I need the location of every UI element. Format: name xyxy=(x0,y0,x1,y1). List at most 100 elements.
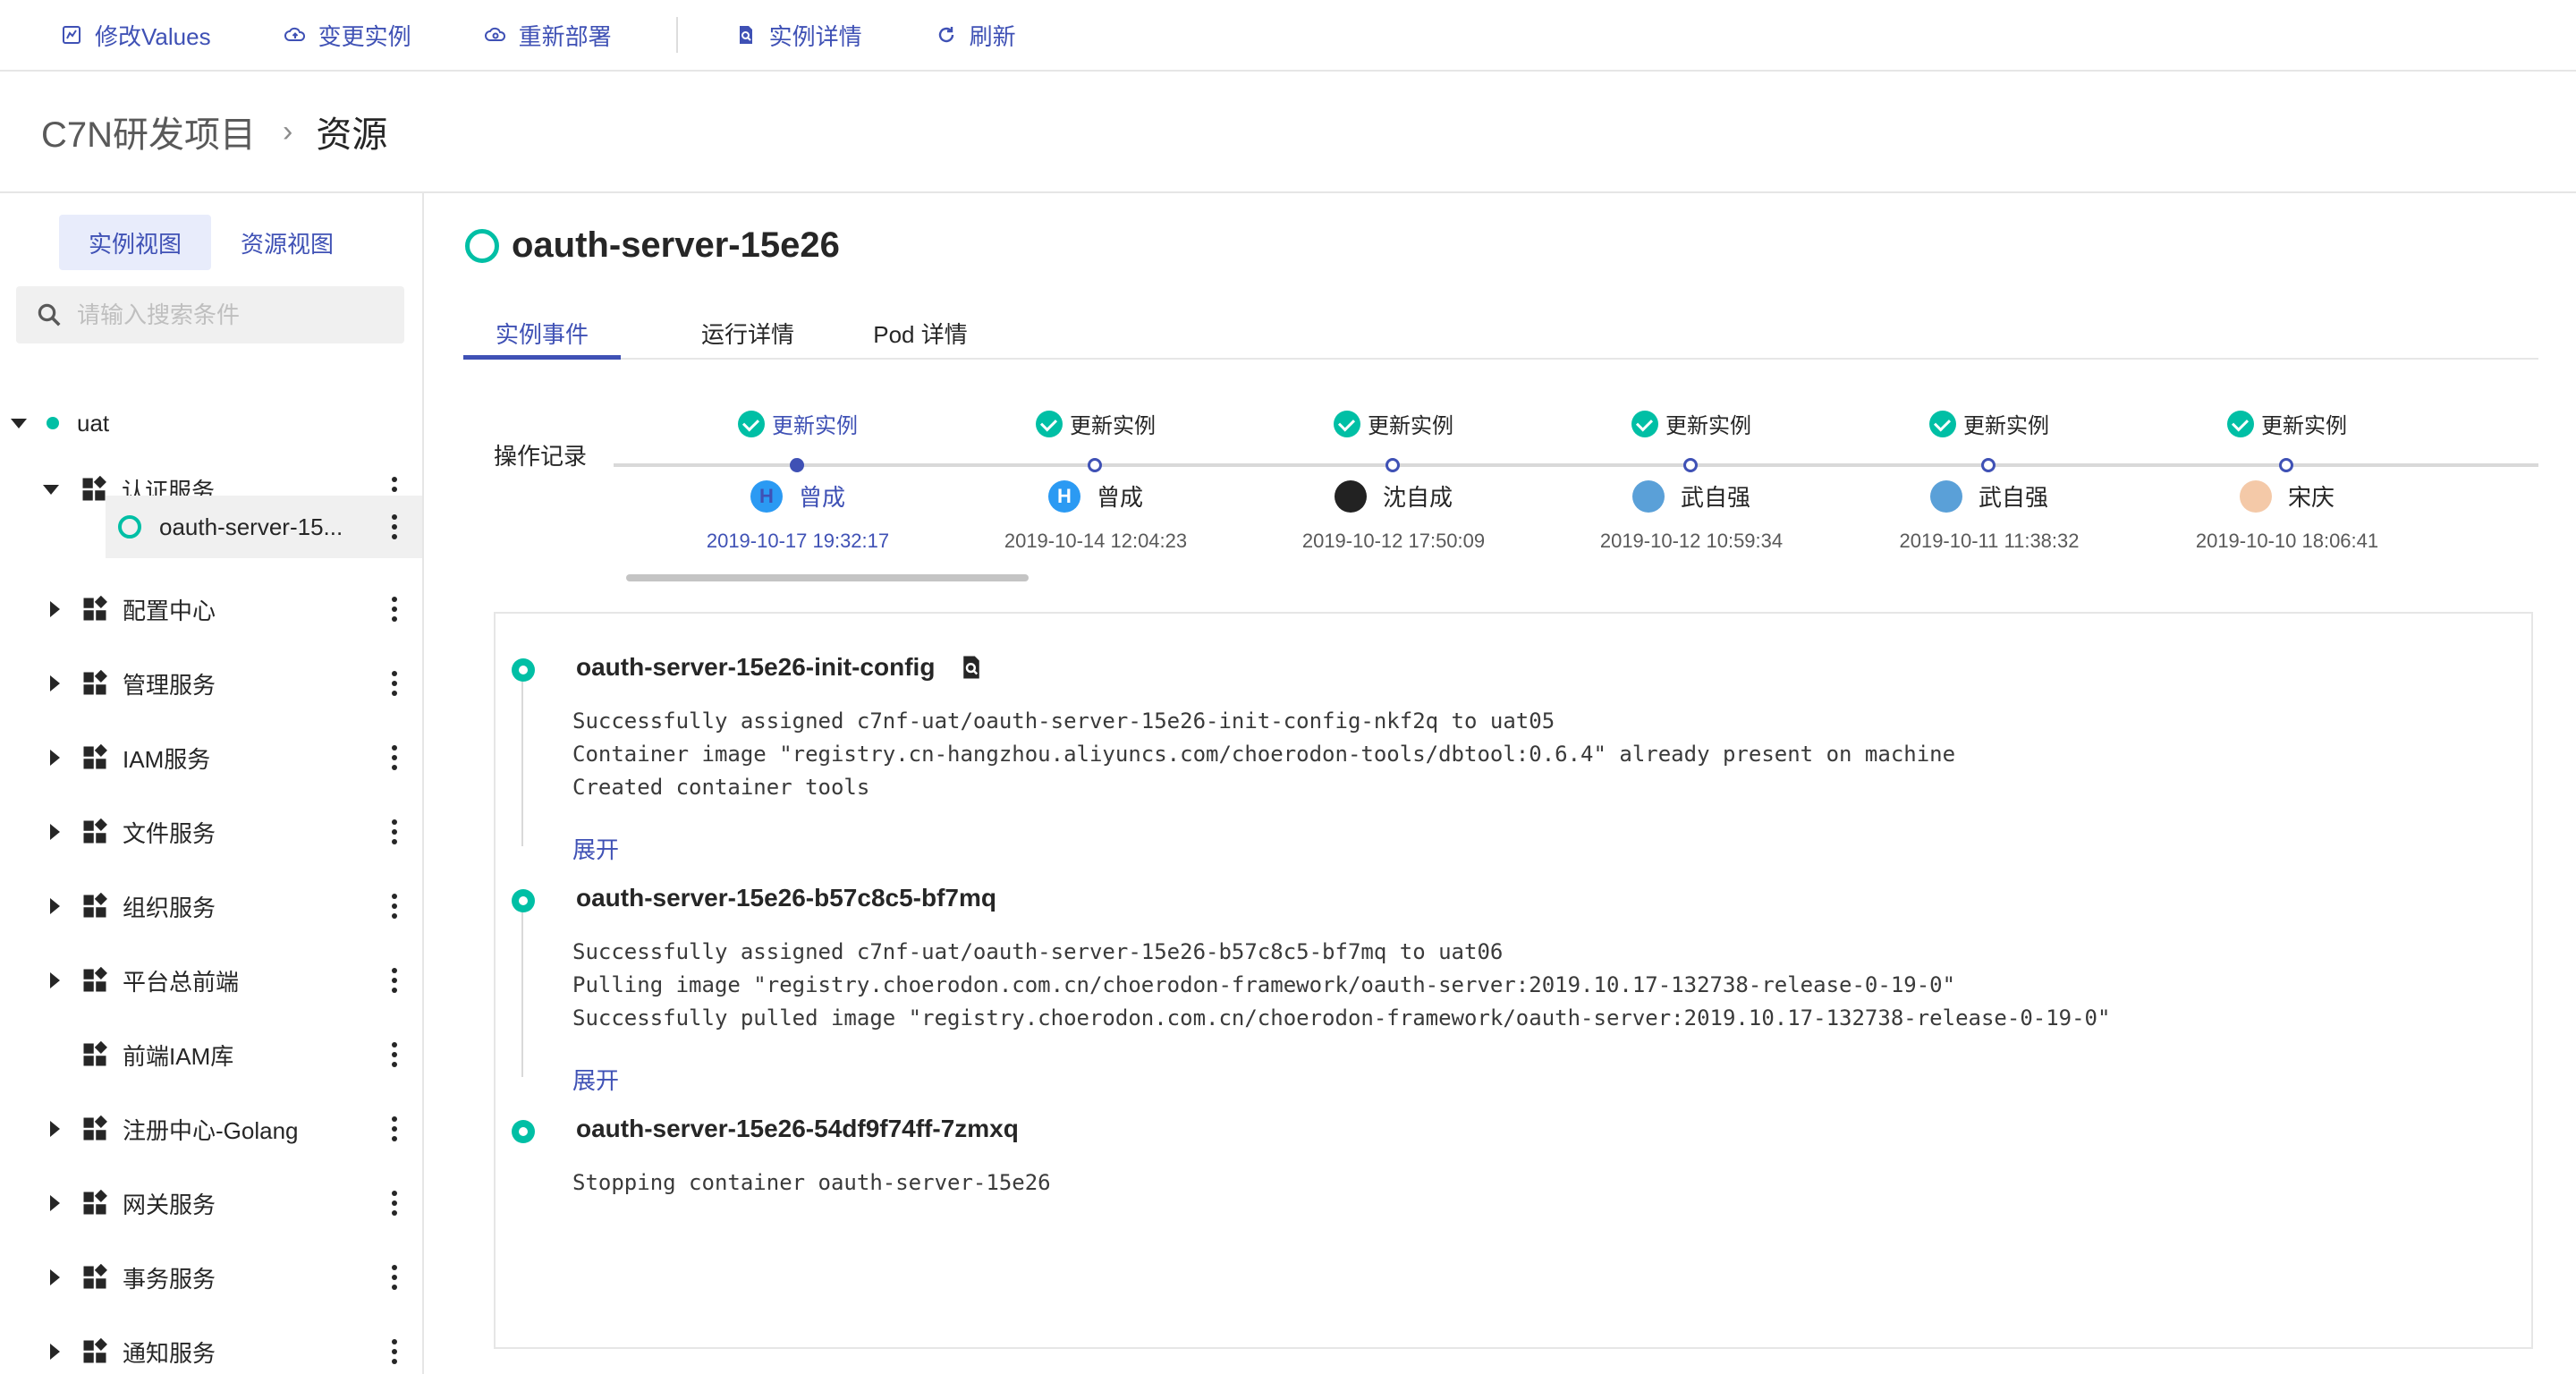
tree-service[interactable]: 组织服务 xyxy=(0,877,422,936)
event-status-dot xyxy=(512,1120,535,1143)
timeline-item[interactable]: 更新实例 武自强 2019-10-11 11:38:32 xyxy=(1855,399,2123,569)
tree-service[interactable]: 通知服务 xyxy=(0,1322,422,1374)
tree-service[interactable]: 配置中心 xyxy=(0,580,422,639)
refresh-icon xyxy=(938,27,953,43)
more-options-icon[interactable] xyxy=(392,1116,397,1141)
timeline-item[interactable]: 更新实例 沈自成 2019-10-12 17:50:09 xyxy=(1259,399,1528,569)
timeline-user: 沈自成 xyxy=(1259,479,1528,513)
event-log-line: Created container tools xyxy=(572,775,870,800)
caret-right-icon[interactable] xyxy=(50,1269,60,1285)
caret-right-icon[interactable] xyxy=(50,1195,60,1211)
service-app-icon xyxy=(83,1264,107,1289)
tab-instance-events[interactable]: 实例事件 xyxy=(463,310,621,360)
env-label: uat xyxy=(77,409,110,437)
timeline-node[interactable] xyxy=(790,458,804,472)
timeline-user: 武自强 xyxy=(1557,479,1826,513)
service-label: 事务服务 xyxy=(123,1265,216,1293)
timeline-node[interactable] xyxy=(2279,458,2293,472)
success-check-icon xyxy=(1036,410,1063,437)
timeline-time: 2019-10-11 11:38:32 xyxy=(1899,530,2080,552)
more-options-icon[interactable] xyxy=(392,514,397,539)
more-options-icon[interactable] xyxy=(392,1042,397,1067)
timeline-node[interactable] xyxy=(1385,458,1400,472)
tree-service[interactable]: 事务服务 xyxy=(0,1248,422,1307)
service-app-icon xyxy=(83,1041,107,1066)
avatar-initial: H xyxy=(1057,484,1072,507)
refresh-button[interactable]: 刷新 xyxy=(936,0,1016,71)
search-icon xyxy=(38,303,61,327)
event-log-line: Successfully assigned c7nf-uat/oauth-ser… xyxy=(572,939,1504,964)
service-app-icon xyxy=(83,967,107,992)
change-instance-label: 变更实例 xyxy=(318,22,411,50)
search-input[interactable] xyxy=(77,301,399,329)
timeline-user-name: 沈自成 xyxy=(1382,484,1453,511)
timeline-item[interactable]: 更新实例 宋庆 2019-10-10 18:06:41 xyxy=(2153,399,2421,569)
caret-right-icon[interactable] xyxy=(50,898,60,914)
more-options-icon[interactable] xyxy=(392,1191,397,1216)
caret-right-icon[interactable] xyxy=(50,824,60,840)
expand-link[interactable]: 展开 xyxy=(572,832,619,865)
timeline-item[interactable]: 更新实例 武自强 2019-10-12 10:59:34 xyxy=(1557,399,1826,569)
instance-view-tab[interactable]: 实例视图 xyxy=(59,215,211,270)
sidebar: 实例视图 资源视图 uat 认证服务 oauth-server-15... 配置… xyxy=(0,193,424,1374)
timeline-node[interactable] xyxy=(1683,458,1698,472)
refresh-label: 刷新 xyxy=(969,22,1016,50)
tree-service[interactable]: 文件服务 xyxy=(0,802,422,861)
timeline-item[interactable]: 更新实例 H 曾成 2019-10-17 19:32:17 xyxy=(664,399,932,569)
sidebar-resize-handle[interactable] xyxy=(422,964,424,991)
caret-down-icon[interactable] xyxy=(43,484,59,495)
change-instance-button[interactable]: 变更实例 xyxy=(284,0,411,71)
timeline-user: 武自强 xyxy=(1855,479,2123,513)
tree-service[interactable]: IAM服务 xyxy=(0,728,422,787)
event-log-lines: Successfully assigned c7nf-uat/oauth-ser… xyxy=(572,705,1955,804)
tree-service[interactable]: 网关服务 xyxy=(0,1174,422,1233)
tree-service[interactable]: 平台总前端 xyxy=(0,951,422,1010)
more-options-icon[interactable] xyxy=(392,1339,397,1364)
caret-down-icon[interactable] xyxy=(11,418,27,428)
more-options-icon[interactable] xyxy=(392,968,397,993)
detail-tabs: 实例事件 运行详情 Pod 详情 xyxy=(463,310,2538,360)
tab-run-details[interactable]: 运行详情 xyxy=(676,310,819,360)
more-options-icon[interactable] xyxy=(392,745,397,770)
caret-right-icon[interactable] xyxy=(50,1121,60,1137)
expand-link[interactable]: 展开 xyxy=(572,1063,619,1096)
timeline-node[interactable] xyxy=(1088,458,1102,472)
tree-service[interactable]: 前端IAM库 xyxy=(0,1025,422,1084)
search-box[interactable] xyxy=(16,286,404,344)
instance-label: oauth-server-15... xyxy=(159,513,343,540)
timeline-node[interactable] xyxy=(1981,458,1996,472)
timeline-item[interactable]: 更新实例 H 曾成 2019-10-14 12:04:23 xyxy=(962,399,1230,569)
instance-detail-button[interactable]: 实例详情 xyxy=(735,0,862,71)
service-app-icon xyxy=(83,893,107,918)
event-log-lines: Stopping container oauth-server-15e26 xyxy=(572,1166,1051,1200)
resource-view-tab[interactable]: 资源视图 xyxy=(211,215,363,270)
tree-service[interactable]: 管理服务 xyxy=(0,654,422,713)
timeline-time: 2019-10-17 19:32:17 xyxy=(706,530,890,552)
timeline-user-name: 曾成 xyxy=(798,484,845,511)
timeline-item[interactable]: 2019- xyxy=(2451,399,2538,569)
more-options-icon[interactable] xyxy=(392,671,397,696)
caret-right-icon[interactable] xyxy=(50,750,60,766)
timeline-action-label: 更新实例 xyxy=(772,414,858,438)
caret-right-icon[interactable] xyxy=(50,972,60,988)
tree-instance-selected[interactable]: oauth-server-15... xyxy=(106,496,422,558)
timeline-scrollbar[interactable] xyxy=(626,574,1029,581)
caret-right-icon[interactable] xyxy=(50,1344,60,1360)
tree-env-uat[interactable]: uat xyxy=(0,394,422,453)
redeploy-button[interactable]: 重新部署 xyxy=(484,0,612,71)
service-app-icon xyxy=(82,476,106,501)
timeline-action: 更新实例 xyxy=(1557,408,1826,439)
more-options-icon[interactable] xyxy=(392,597,397,622)
more-options-icon[interactable] xyxy=(392,819,397,844)
more-options-icon[interactable] xyxy=(392,894,397,919)
more-options-icon[interactable] xyxy=(392,1265,397,1290)
tab-pod-details[interactable]: Pod 详情 xyxy=(800,310,1041,360)
modify-values-button[interactable]: 修改Values xyxy=(61,0,211,71)
caret-right-icon[interactable] xyxy=(50,675,60,691)
caret-right-icon[interactable] xyxy=(50,601,60,617)
tree-service[interactable]: 注册中心-Golang xyxy=(0,1099,422,1158)
view-log-icon[interactable] xyxy=(958,654,985,681)
breadcrumb-project[interactable]: C7N研发项目 xyxy=(41,106,256,157)
cloud-redeploy-icon xyxy=(484,27,505,41)
event-header: oauth-server-15e26-b57c8c5-bf7mq xyxy=(576,884,996,912)
